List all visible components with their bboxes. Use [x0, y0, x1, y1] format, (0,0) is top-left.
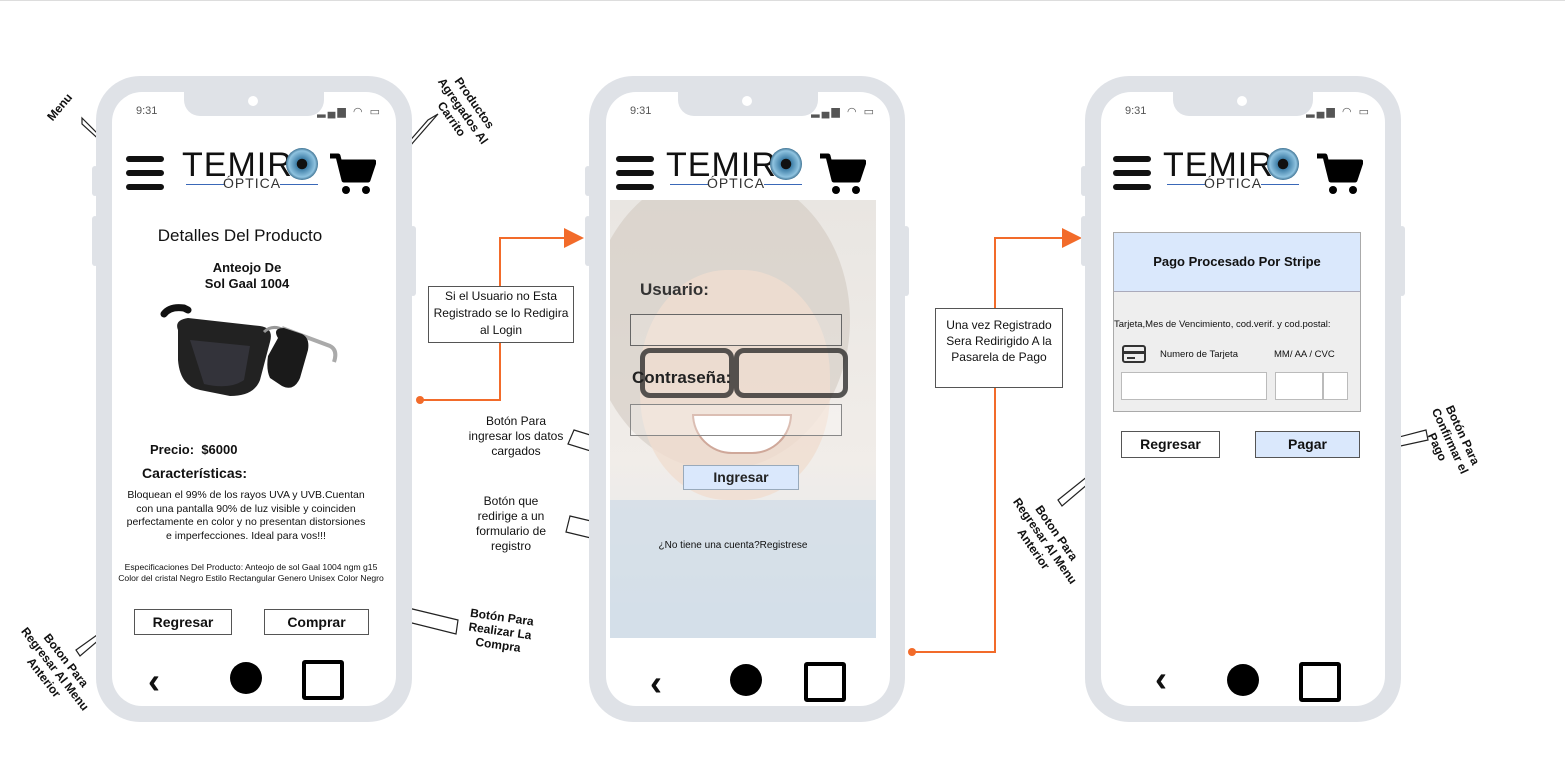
- annotation-register: Botón que redirige a un formulario de re…: [475, 494, 547, 553]
- features-text: Bloquean el 99% de los rayos UVA y UVB.C…: [126, 489, 366, 542]
- specs-text: Especificaciones Del Producto: Anteojo d…: [118, 562, 384, 583]
- status-time: 9:31: [1125, 105, 1147, 117]
- signal-wifi-battery-icon: ▂▄▆ ◠ ▭: [1306, 106, 1371, 118]
- annotation-payment-redirect: Una vez Registrado Sera Redirigido A la …: [935, 308, 1063, 388]
- signal-wifi-battery-icon: ▂▄▆ ◠ ▭: [811, 106, 876, 118]
- back-button[interactable]: Regresar: [134, 609, 232, 635]
- back-nav-icon[interactable]: ‹: [1155, 658, 1167, 700]
- logo: TEMIR ÓPTICA: [1163, 146, 1303, 194]
- password-input[interactable]: [630, 404, 842, 436]
- pay-button[interactable]: Pagar: [1255, 431, 1360, 458]
- screen-product-detail: 9:31 ▂▄▆ ◠ ▭ TEMIR ÓPTICA Detalles Del P…: [112, 92, 396, 706]
- logo: TEMIR ÓPTICA: [182, 146, 322, 194]
- status-time: 9:31: [630, 105, 652, 117]
- card-number-input[interactable]: [1121, 372, 1267, 400]
- product-name-line2: Sol Gaal 1004: [204, 276, 290, 291]
- price-value: $6000: [201, 442, 238, 457]
- back-button[interactable]: Regresar: [1121, 431, 1220, 458]
- login-button[interactable]: Ingresar: [683, 465, 799, 490]
- menu-icon[interactable]: [616, 156, 654, 190]
- price: Precio: $6000: [150, 442, 237, 457]
- home-nav-icon[interactable]: [1227, 664, 1259, 696]
- recent-apps-icon[interactable]: [302, 660, 344, 700]
- product-name-line1: Anteojo De: [212, 260, 282, 275]
- cart-icon[interactable]: [1315, 152, 1363, 196]
- card-info-label: Tarjeta,Mes de Vencimiento, cod.verif. y…: [1114, 319, 1331, 330]
- screen-payment: 9:31 ▂▄▆ ◠ ▭ TEMIR ÓPTICA Pago Procesado…: [1101, 92, 1385, 706]
- cart-icon[interactable]: [328, 152, 376, 196]
- signal-wifi-battery-icon: ▂▄▆ ◠ ▭: [317, 106, 382, 118]
- menu-icon[interactable]: [126, 156, 164, 190]
- card-cvc-input[interactable]: [1323, 372, 1348, 400]
- cart-icon[interactable]: [818, 152, 866, 196]
- logo-sub: ÓPTICA: [706, 175, 766, 191]
- back-nav-icon[interactable]: ‹: [148, 660, 160, 702]
- price-label: Precio:: [150, 442, 195, 457]
- back-nav-icon[interactable]: ‹: [650, 662, 662, 704]
- user-label: Usuario:: [640, 280, 709, 299]
- menu-icon[interactable]: [1113, 156, 1151, 190]
- credit-card-icon: [1122, 345, 1146, 363]
- recent-apps-icon[interactable]: [1299, 662, 1341, 702]
- stripe-panel: Pago Procesado Por Stripe Tarjeta,Mes de…: [1113, 232, 1361, 412]
- phone-product-detail: 9:31 ▂▄▆ ◠ ▭ TEMIR ÓPTICA Detalles Del P…: [92, 76, 416, 722]
- home-nav-icon[interactable]: [230, 662, 262, 694]
- logo-sub: ÓPTICA: [1203, 175, 1263, 191]
- annotation-login-redirect: Si el Usuario no Esta Registrado se lo R…: [428, 286, 574, 343]
- status-time: 9:31: [136, 105, 158, 117]
- screen-login: 9:31 ▂▄▆ ◠ ▭ TEMIR ÓPTICA Usuario: Contr…: [606, 92, 890, 706]
- password-label: Contraseña:: [632, 368, 732, 387]
- buy-button[interactable]: Comprar: [264, 609, 369, 635]
- home-nav-icon[interactable]: [730, 664, 762, 696]
- user-input[interactable]: [630, 314, 842, 346]
- card-expiry-label: MM/ AA / CVC: [1274, 349, 1335, 360]
- phone-payment: 9:31 ▂▄▆ ◠ ▭ TEMIR ÓPTICA Pago Procesado…: [1081, 76, 1405, 722]
- annotation-login-button: Botón Para ingresar los datos cargados: [468, 414, 564, 458]
- phone-login: 9:31 ▂▄▆ ◠ ▭ TEMIR ÓPTICA Usuario: Contr…: [585, 76, 909, 722]
- stripe-title: Pago Procesado Por Stripe: [1114, 233, 1360, 292]
- card-expiry-input[interactable]: [1275, 372, 1323, 400]
- logo-sub: ÓPTICA: [222, 175, 282, 191]
- card-number-label: Numero de Tarjeta: [1160, 349, 1238, 360]
- page-title: Detalles Del Producto: [157, 226, 323, 245]
- features-title: Características:: [142, 465, 248, 481]
- register-link[interactable]: ¿No tiene una cuenta?Registrese: [606, 540, 860, 551]
- recent-apps-icon[interactable]: [804, 662, 846, 702]
- sunglasses-image: [160, 304, 338, 396]
- logo: TEMIR ÓPTICA: [666, 146, 806, 194]
